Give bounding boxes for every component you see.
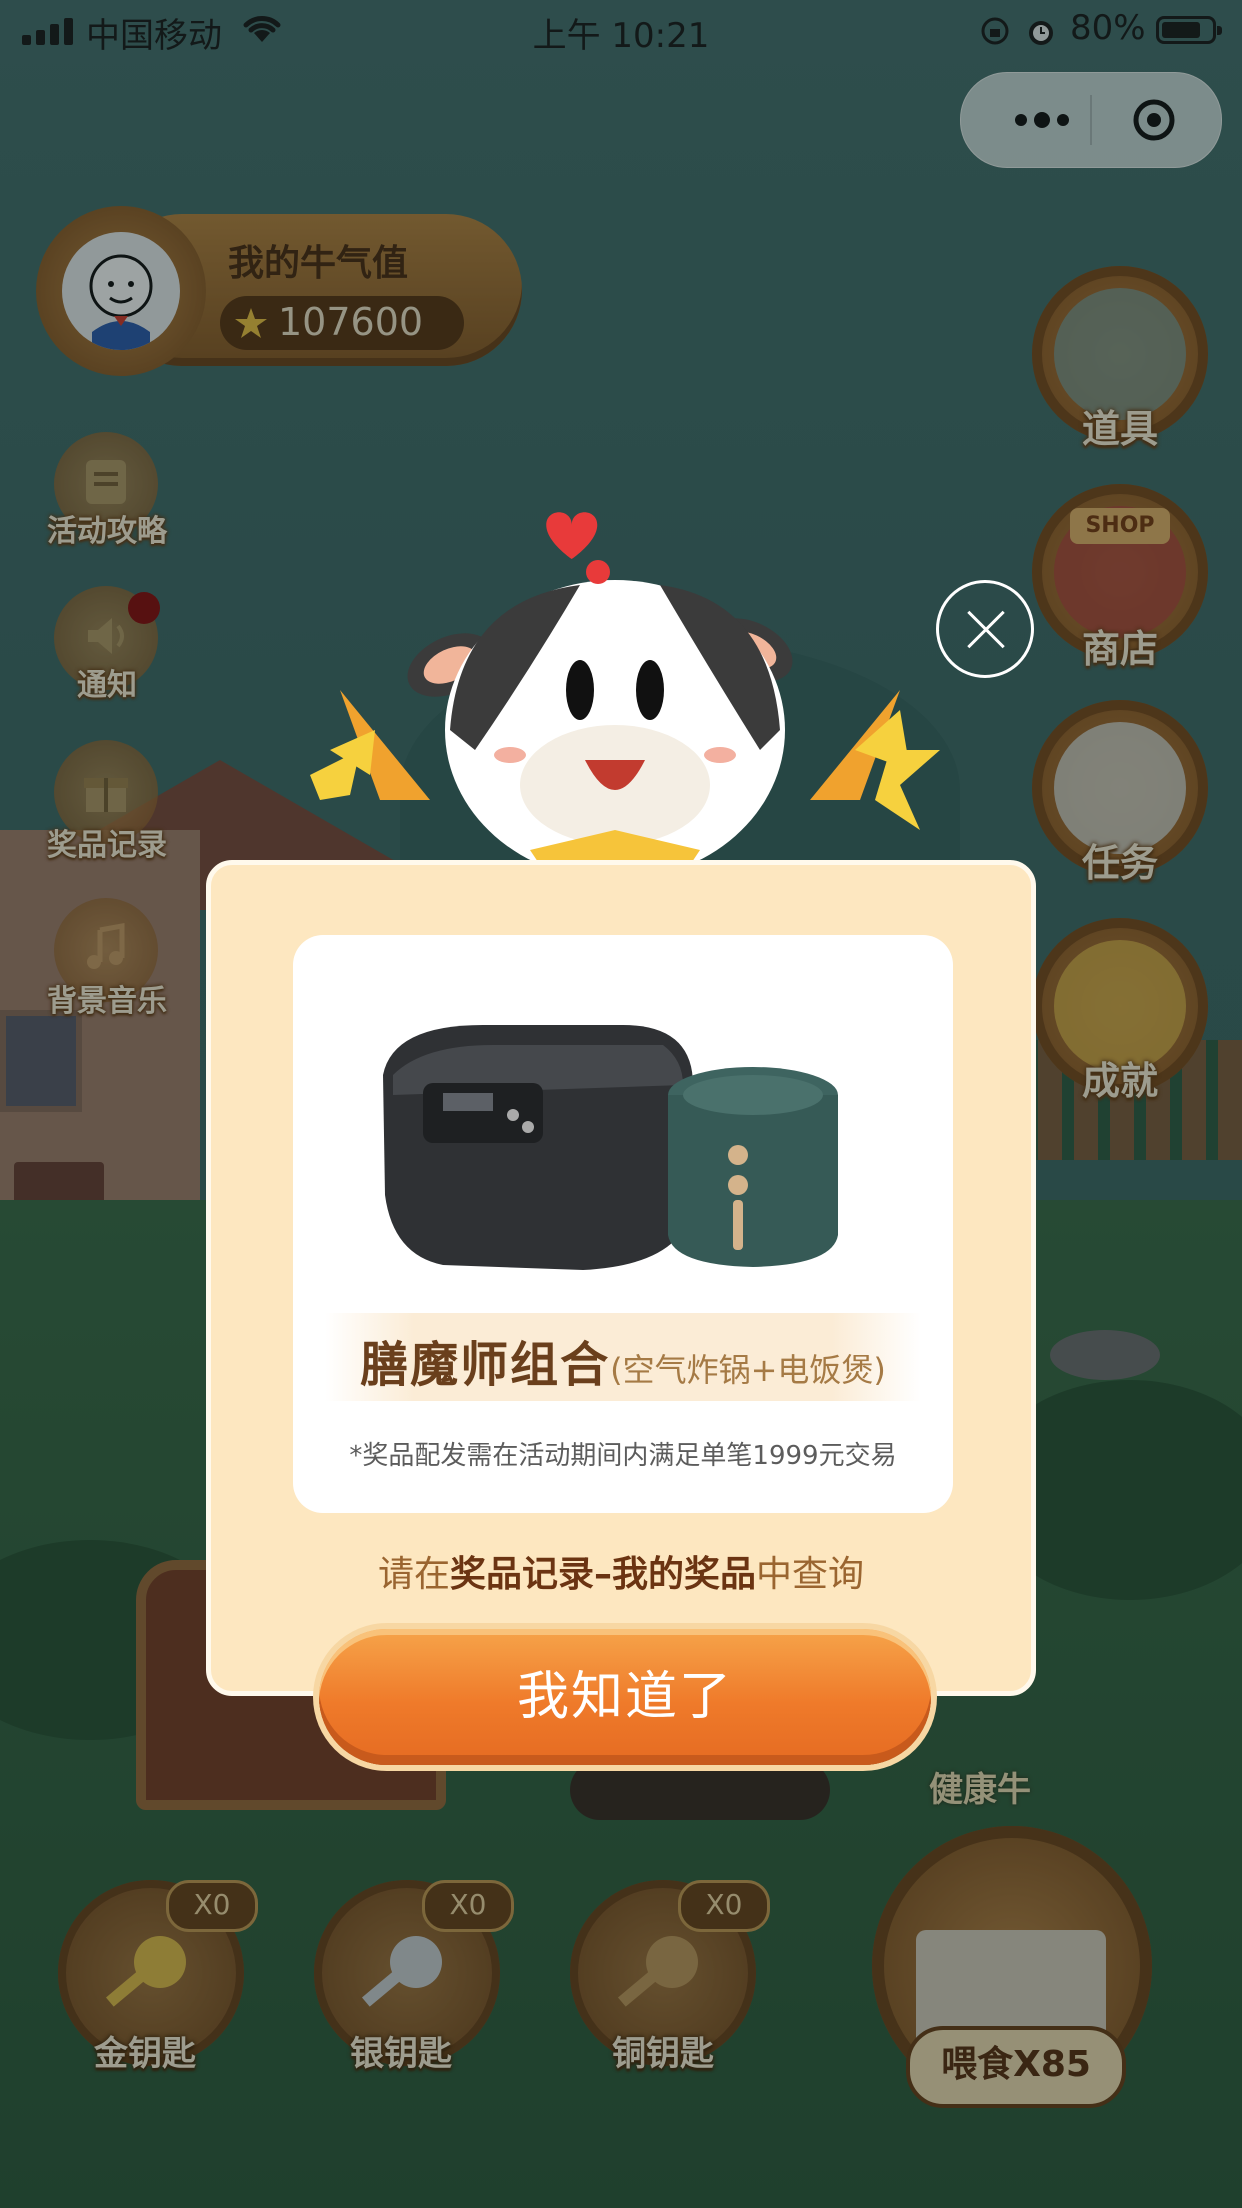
query-hint: 请在奖品记录–我的奖品中查询 [377,1554,865,1595]
got-it-button[interactable]: 我知道了 [319,1629,931,1765]
prize-note: *奖品配发需在活动期间内满足单笔1999元交易 [349,1441,897,1471]
prize-modal: 膳魔师组合(空气炸锅+电饭煲) *奖品配发需在活动期间内满足单笔1999元交易 … [206,860,1036,1765]
modal-close-button[interactable] [936,580,1034,678]
query-link-text: 奖品记录–我的奖品 [449,1554,756,1595]
prize-detail: (空气炸锅+电饭煲) [610,1351,886,1389]
prize-title: 膳魔师组合(空气炸锅+电饭煲) [293,1325,953,1395]
rice-cooker-airfryer-image [383,1025,838,1270]
prize-card: 膳魔师组合(空气炸锅+电饭煲) *奖品配发需在活动期间内满足单笔1999元交易 [293,935,953,1513]
cow-mascot-icon [310,512,940,880]
prize-name: 膳魔师组合 [360,1337,611,1393]
